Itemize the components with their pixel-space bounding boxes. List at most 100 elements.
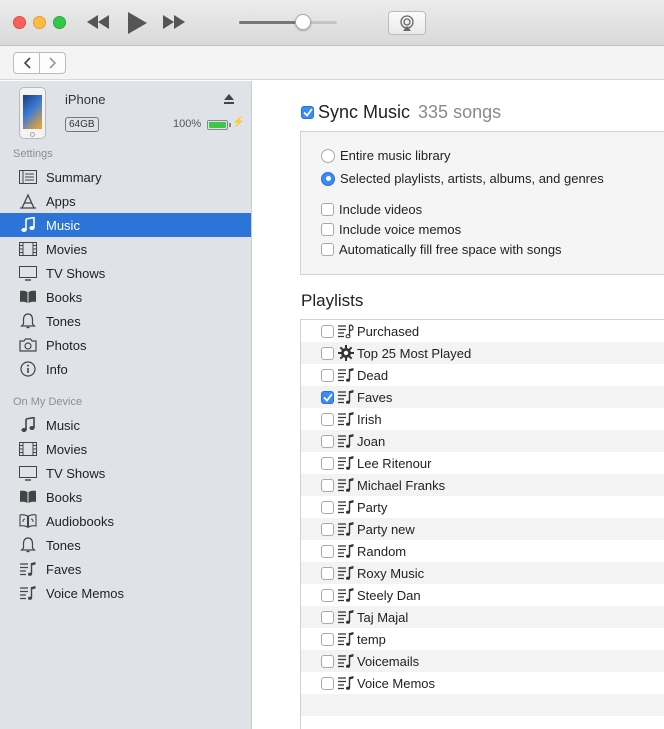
- playlist-checkbox[interactable]: [321, 390, 334, 404]
- playlist-checkbox[interactable]: [321, 456, 334, 470]
- sidebar-item-settings-apps[interactable]: Apps: [0, 189, 251, 213]
- playlists-title: Playlists: [301, 291, 364, 310]
- back-button[interactable]: [14, 53, 39, 73]
- sidebar-item-label: Faves: [46, 561, 82, 577]
- playlist-row[interactable]: temp: [301, 628, 664, 650]
- main-content: Sync Music 335 songs Entire music librar…: [252, 81, 664, 729]
- playlist-checkbox[interactable]: [321, 434, 334, 448]
- radio-button[interactable]: [321, 148, 335, 163]
- playlist-checkbox[interactable]: [321, 346, 334, 360]
- volume-slider-knob[interactable]: [294, 14, 311, 30]
- eject-icon: [224, 94, 234, 104]
- sync-option-radio-1[interactable]: Selected playlists, artists, albums, and…: [321, 171, 604, 186]
- playlist-row[interactable]: Faves: [301, 386, 664, 408]
- play-button[interactable]: [124, 10, 150, 36]
- fast-forward-button[interactable]: [162, 10, 186, 34]
- sync-options-box: Entire music library Selected playlists, …: [300, 131, 664, 275]
- sidebar-item-device-music[interactable]: Music: [0, 413, 251, 437]
- sidebar-item-device-audiobooks[interactable]: Audiobooks: [0, 509, 251, 533]
- playlist-checkbox[interactable]: [321, 478, 334, 492]
- forward-button[interactable]: [39, 53, 65, 73]
- minimize-window-button[interactable]: [33, 16, 46, 29]
- playlist-row[interactable]: Party: [301, 496, 664, 518]
- close-window-button[interactable]: [13, 16, 26, 29]
- playlist-icon: [18, 584, 38, 602]
- sidebar-item-settings-tv-shows[interactable]: TV Shows: [0, 261, 251, 285]
- chevron-left-icon: [23, 57, 31, 69]
- device-header[interactable]: iPhone 64GB 100% ⚡: [0, 81, 252, 145]
- playlist-row[interactable]: Voicemails: [301, 650, 664, 672]
- sidebar-item-device-tones[interactable]: Tones: [0, 533, 251, 557]
- gear-icon: [337, 345, 355, 361]
- playlist-checkbox[interactable]: [321, 324, 334, 338]
- zoom-window-button[interactable]: [53, 16, 66, 29]
- playlist-row[interactable]: Irish: [301, 408, 664, 430]
- sync-option-radio-0[interactable]: Entire music library: [321, 148, 451, 163]
- camera-icon: [18, 336, 38, 354]
- sidebar-item-label: Apps: [46, 193, 76, 209]
- playlist-checkbox[interactable]: [321, 412, 334, 426]
- audiobook-icon: [18, 512, 38, 530]
- playlist-label: temp: [357, 631, 386, 647]
- volume-slider-track[interactable]: [239, 21, 337, 24]
- playlist-row[interactable]: Dead: [301, 364, 664, 386]
- sidebar-item-settings-music[interactable]: Music: [0, 213, 251, 237]
- sidebar-item-settings-photos[interactable]: Photos: [0, 333, 251, 357]
- sidebar-item-label: Info: [46, 361, 68, 377]
- playlist-row[interactable]: Taj Majal: [301, 606, 664, 628]
- playlist-checkbox[interactable]: [321, 588, 334, 602]
- sidebar-item-settings-movies[interactable]: Movies: [0, 237, 251, 261]
- playlist-checkbox[interactable]: [321, 610, 334, 624]
- playlist-row[interactable]: Lee Ritenour: [301, 452, 664, 474]
- sidebar-item-settings-summary[interactable]: Summary: [0, 165, 251, 189]
- playlist-row[interactable]: Random: [301, 540, 664, 562]
- playlist-checkbox[interactable]: [321, 544, 334, 558]
- sidebar-item-label: Voice Memos: [46, 585, 125, 601]
- sidebar-item-settings-tones[interactable]: Tones: [0, 309, 251, 333]
- sync-option-checkbox-0[interactable]: Include videos: [321, 202, 422, 217]
- playlist-row[interactable]: Top 25 Most Played: [301, 342, 664, 364]
- playlist-label: Purchased: [357, 323, 420, 339]
- charging-icon: ⚡: [232, 117, 245, 128]
- playlists-list[interactable]: Purchased Top 25 Most Played Dead Faves Iris…: [300, 319, 664, 729]
- sidebar-item-label: Books: [46, 489, 83, 505]
- rewind-button[interactable]: [86, 10, 110, 34]
- sidebar-item-device-voice-memos[interactable]: Voice Memos: [0, 581, 251, 605]
- playlist-row[interactable]: Voice Memos: [301, 672, 664, 694]
- option-checkbox[interactable]: [321, 243, 334, 256]
- playlist-row[interactable]: Roxy Music: [301, 562, 664, 584]
- playlist-row[interactable]: Purchased: [301, 320, 664, 342]
- sidebar-item-device-tv-shows[interactable]: TV Shows: [0, 461, 251, 485]
- playlist-row[interactable]: Joan: [301, 430, 664, 452]
- radio-button[interactable]: [321, 171, 335, 186]
- sync-music-checkbox[interactable]: [301, 106, 314, 119]
- playlist-checkbox[interactable]: [321, 522, 334, 536]
- option-checkbox[interactable]: [321, 203, 334, 216]
- airplay-button[interactable]: [388, 11, 426, 35]
- playlist-checkbox[interactable]: [321, 368, 334, 382]
- playlist-checkbox[interactable]: [321, 676, 334, 690]
- playlist-row[interactable]: Party new: [301, 518, 664, 540]
- playlist-row[interactable]: Steely Dan: [301, 584, 664, 606]
- playlist-checkbox[interactable]: [321, 566, 334, 580]
- checkbox-label: Include videos: [339, 202, 423, 217]
- playlist-checkbox[interactable]: [321, 654, 334, 668]
- fast-forward-icon: [163, 15, 185, 29]
- option-checkbox[interactable]: [321, 223, 334, 236]
- playlist-icon: [337, 675, 355, 691]
- sidebar-item-label: Summary: [46, 169, 102, 185]
- sidebar-item-device-faves[interactable]: Faves: [0, 557, 251, 581]
- sidebar-item-device-movies[interactable]: Movies: [0, 437, 251, 461]
- playlist-checkbox[interactable]: [321, 632, 334, 646]
- sidebar-item-settings-info[interactable]: Info: [0, 357, 251, 381]
- playlist-checkbox[interactable]: [321, 500, 334, 514]
- sync-option-checkbox-2[interactable]: Automatically fill free space with songs: [321, 242, 562, 257]
- sync-option-checkbox-1[interactable]: Include voice memos: [321, 222, 461, 237]
- sidebar-item-settings-books[interactable]: Books: [0, 285, 251, 309]
- sidebar-item-device-books[interactable]: Books: [0, 485, 251, 509]
- eject-button[interactable]: [223, 93, 235, 105]
- playlist-row[interactable]: Michael Franks: [301, 474, 664, 496]
- chevron-right-icon: [48, 57, 56, 69]
- battery-percentage: 100%: [173, 118, 202, 130]
- sidebar: iPhone 64GB 100% ⚡ Settings Summary Apps M…: [0, 81, 252, 729]
